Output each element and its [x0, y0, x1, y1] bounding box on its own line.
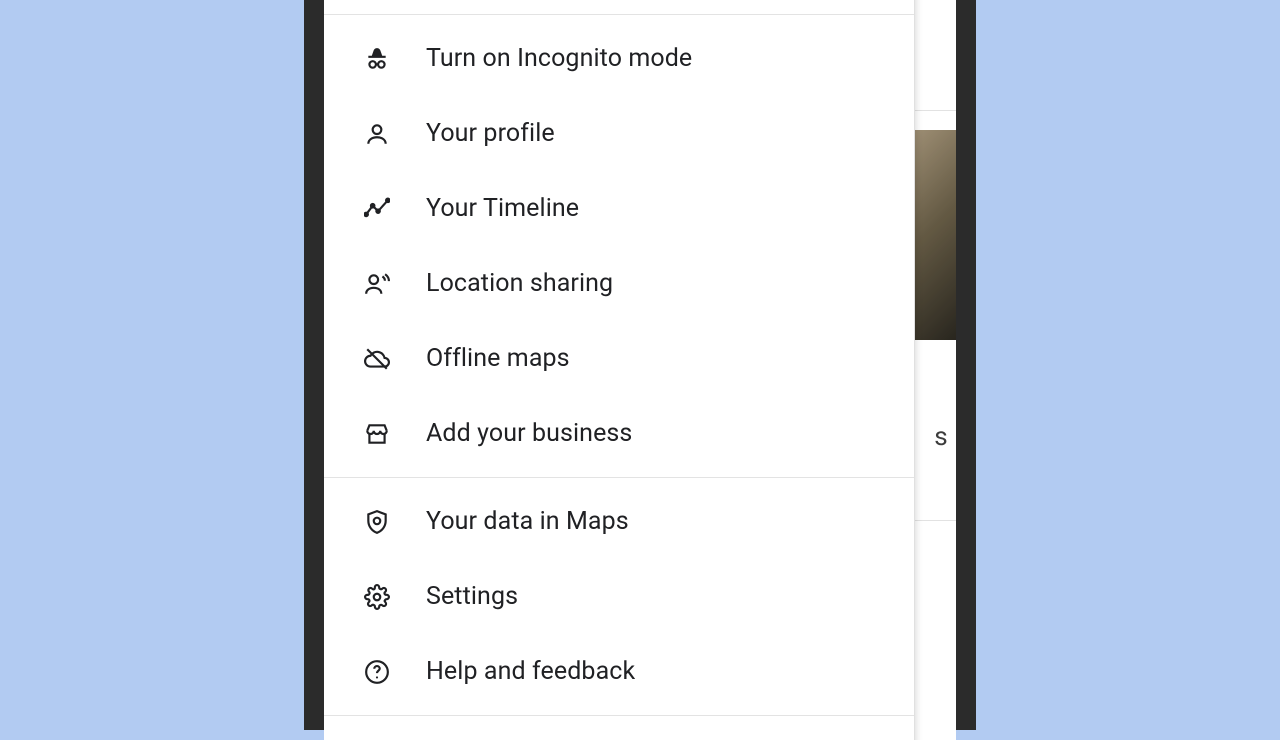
timeline-icon [364, 196, 390, 222]
phone-bezel: s i [304, 0, 976, 730]
app-screen: s i [324, 0, 956, 740]
menu-item-label: Your data in Maps [426, 507, 886, 536]
menu-item-your-data-in-maps[interactable]: Your data in Maps [324, 484, 914, 559]
page-background: s i [0, 0, 1280, 720]
menu-item-label: Offline maps [426, 344, 886, 373]
menu-item-offline-maps[interactable]: Offline maps [324, 321, 914, 396]
privacy-shield-icon [364, 509, 390, 535]
menu-item-label: Settings [426, 582, 886, 611]
menu-item-label: Add your business [426, 419, 886, 448]
menu-group-1: Turn on Incognito mode Your profile [324, 15, 914, 477]
person-icon [364, 121, 390, 147]
menu-item-your-profile[interactable]: Your profile [324, 96, 914, 171]
menu-item-location-sharing[interactable]: Location sharing [324, 246, 914, 321]
cloud-off-icon [364, 346, 390, 372]
menu-item-your-timeline[interactable]: Your Timeline [324, 171, 914, 246]
incognito-icon [364, 46, 390, 72]
help-icon [364, 659, 390, 685]
menu-item-settings[interactable]: Settings [324, 559, 914, 634]
background-divider [910, 520, 956, 521]
location-sharing-icon [364, 271, 390, 297]
menu-item-label: Your profile [426, 119, 886, 148]
account-menu-sheet: Turn on Incognito mode Your profile [324, 0, 915, 740]
menu-item-label: Location sharing [426, 269, 886, 298]
menu-item-add-your-business[interactable]: Add your business [324, 396, 914, 471]
menu-item-help-and-feedback[interactable]: Help and feedback [324, 634, 914, 709]
menu-item-label: Your Timeline [426, 194, 886, 223]
menu-item-label: Turn on Incognito mode [426, 44, 886, 73]
account-menu-header [324, 0, 914, 15]
background-divider [910, 110, 956, 111]
storefront-icon [364, 421, 390, 447]
menu-group-2: Your data in Maps Settings [324, 478, 914, 715]
background-photo-thumbnail [914, 130, 956, 340]
menu-group-divider [324, 715, 914, 716]
menu-item-incognito[interactable]: Turn on Incognito mode [324, 21, 914, 96]
background-partial-text: s i [934, 422, 956, 452]
menu-item-label: Help and feedback [426, 657, 886, 686]
gear-icon [364, 584, 390, 610]
